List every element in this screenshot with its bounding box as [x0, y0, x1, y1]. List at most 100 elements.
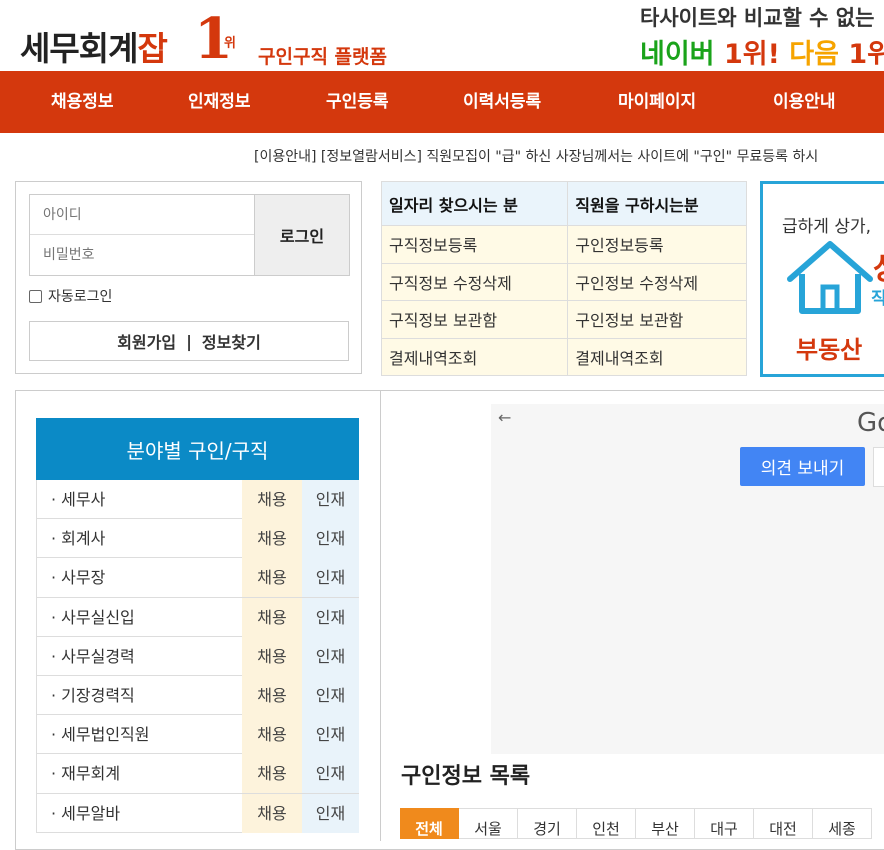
talent-button[interactable]: 인재 [302, 754, 359, 794]
nav-item-mypage[interactable]: 마이페이지 [618, 71, 696, 133]
ad-daum-rank: 1위! [848, 39, 884, 70]
tab-region-gyeonggi[interactable]: 경기 [518, 808, 577, 839]
list-item: · 사무실경력 채용 인재 [36, 636, 359, 676]
employer-payment-link[interactable]: 결제내역조회 [567, 337, 747, 376]
list-item: · 기장경력직 채용 인재 [36, 675, 359, 716]
hire-button[interactable]: 채용 [242, 675, 302, 715]
join-separator: | [186, 331, 192, 351]
talent-button[interactable]: 인재 [302, 597, 359, 637]
employer-edit-link[interactable]: 구인정보 수정삭제 [567, 262, 747, 301]
id-input[interactable] [30, 195, 254, 235]
content-divider [380, 391, 381, 841]
category-name[interactable]: · 사무장 [51, 558, 105, 597]
notice-ticker[interactable]: [이용안내] [정보열람서비스] 직원모집이 "급" 하신 사장님께서는 사이트… [254, 146, 818, 166]
auto-login-checkbox[interactable] [29, 289, 42, 303]
category-name[interactable]: · 기장경력직 [51, 676, 135, 715]
service-table: 일자리 찾으시는 분 직원을 구하시는분 구직정보등록 구인정보등록 구직정보 … [380, 181, 747, 376]
back-arrow-icon[interactable]: ← [498, 408, 511, 427]
talent-button[interactable]: 인재 [302, 715, 359, 755]
list-item: · 세무알바 채용 인재 [36, 793, 359, 833]
ad-mid-glyph: 직 [871, 284, 884, 309]
logo-text-red: 잡 [137, 29, 167, 68]
logo-subtitle: 구인구직 플랫폼 [258, 46, 387, 68]
talent-button[interactable]: 인재 [302, 793, 359, 833]
nav-item-post-resume[interactable]: 이력서등록 [463, 71, 541, 133]
employer-storage-link[interactable]: 구인정보 보관함 [567, 300, 747, 339]
list-item: · 세무사 채용 인재 [36, 480, 359, 520]
auto-login[interactable]: 자동로그인 [29, 286, 112, 306]
category-name[interactable]: · 세무법인직원 [51, 715, 150, 754]
employer-register-link[interactable]: 구인정보등록 [567, 225, 747, 264]
hire-button[interactable]: 채용 [242, 519, 302, 559]
list-item: · 세무법인직원 채용 인재 [36, 715, 359, 755]
category-name[interactable]: · 세무사 [51, 480, 105, 519]
header-ad-line2: 네이버 1위! 다음 1위! [640, 32, 884, 71]
feedback-button[interactable]: 의견 보내기 [740, 447, 865, 486]
site-header: 세무회계잡 1 위 구인구직 플랫폼 타사이트와 비교할 수 없는 네이버 1위… [0, 0, 884, 72]
tab-region-daejeon[interactable]: 대전 [754, 808, 813, 839]
tab-region-all[interactable]: 전체 [400, 808, 459, 839]
site-logo[interactable]: 세무회계잡 [20, 22, 168, 70]
header-ad-line1: 타사이트와 비교할 수 없는 [640, 6, 875, 30]
login-fields [29, 194, 255, 276]
logo-text-black: 세무회계 [20, 29, 138, 68]
house-icon [787, 241, 873, 314]
list-item: · 사무장 채용 인재 [36, 558, 359, 598]
hire-button[interactable]: 채용 [242, 793, 302, 833]
hire-button[interactable]: 채용 [242, 754, 302, 794]
seeker-edit-link[interactable]: 구직정보 수정삭제 [380, 262, 569, 301]
ad-naver-rank: 1위! [723, 39, 780, 70]
tab-region-busan[interactable]: 부산 [636, 808, 695, 839]
ad-big-glyph: 상 [873, 244, 884, 288]
seeker-header: 일자리 찾으시는 분 [380, 181, 569, 226]
nav-item-post-job[interactable]: 구인등록 [326, 71, 389, 133]
category-name[interactable]: · 사무실경력 [51, 637, 135, 676]
real-estate-ad[interactable]: 급하게 상가, 상 직 부동산 [760, 181, 884, 377]
login-button[interactable]: 로그인 [254, 194, 350, 276]
talent-button[interactable]: 인재 [302, 480, 359, 519]
ad-naver: 네이버 [640, 39, 715, 70]
list-item: · 사무실신입 채용 인재 [36, 597, 359, 637]
find-info-link[interactable]: 정보찾기 [202, 329, 261, 353]
seeker-register-link[interactable]: 구직정보등록 [380, 225, 569, 264]
nav-item-guide[interactable]: 이용안내 [773, 71, 836, 133]
listing-title: 구인정보 목록 [401, 764, 531, 789]
tab-region-daegu[interactable]: 대구 [695, 808, 754, 839]
talent-button[interactable]: 인재 [302, 519, 359, 559]
auto-login-label: 자동로그인 [48, 289, 113, 305]
region-tabs: 전체 서울 경기 인천 부산 대구 대전 세종 [400, 808, 884, 839]
google-logo: Go [857, 408, 884, 438]
hire-button[interactable]: 채용 [242, 597, 302, 637]
category-name[interactable]: · 회계사 [51, 519, 105, 558]
embedded-ad-frame: ← Go 의견 보내기 [491, 404, 884, 754]
ad-line1: 급하게 상가, [782, 217, 872, 237]
category-title: 분야별 구인/구직 [36, 418, 359, 480]
hire-button[interactable]: 채용 [242, 715, 302, 755]
talent-button[interactable]: 인재 [302, 558, 359, 598]
seeker-storage-link[interactable]: 구직정보 보관함 [380, 300, 569, 339]
category-name[interactable]: · 재무회계 [51, 754, 120, 793]
main-nav: 채용정보 인재정보 구인등록 이력서등록 마이페이지 이용안내 [0, 71, 884, 133]
join-link[interactable]: 회원가입 [117, 329, 176, 353]
talent-button[interactable]: 인재 [302, 636, 359, 676]
hire-button[interactable]: 채용 [242, 480, 302, 519]
join-bar: 회원가입 | 정보찾기 [29, 321, 349, 361]
logo-rank-suffix: 위 [224, 36, 236, 51]
employer-header: 직원을 구하시는분 [567, 181, 747, 226]
nav-item-talent[interactable]: 인재정보 [188, 71, 251, 133]
hire-button[interactable]: 채용 [242, 636, 302, 676]
ad-bottom-text: 부동산 [796, 336, 863, 364]
seeker-payment-link[interactable]: 결제내역조회 [380, 337, 569, 376]
list-item: · 재무회계 채용 인재 [36, 754, 359, 794]
ad-option-edge[interactable] [873, 447, 884, 487]
password-input[interactable] [30, 235, 254, 275]
tab-region-sejong[interactable]: 세종 [813, 808, 872, 839]
nav-item-jobs[interactable]: 채용정보 [51, 71, 114, 133]
tab-region-incheon[interactable]: 인천 [577, 808, 636, 839]
category-name[interactable]: · 세무알바 [51, 794, 120, 833]
category-list: · 세무사 채용 인재 · 회계사 채용 인재 · 사무장 채용 인재 · 사무… [36, 480, 359, 833]
hire-button[interactable]: 채용 [242, 558, 302, 598]
talent-button[interactable]: 인재 [302, 675, 359, 715]
category-name[interactable]: · 사무실신입 [51, 598, 135, 637]
tab-region-seoul[interactable]: 서울 [459, 808, 518, 839]
